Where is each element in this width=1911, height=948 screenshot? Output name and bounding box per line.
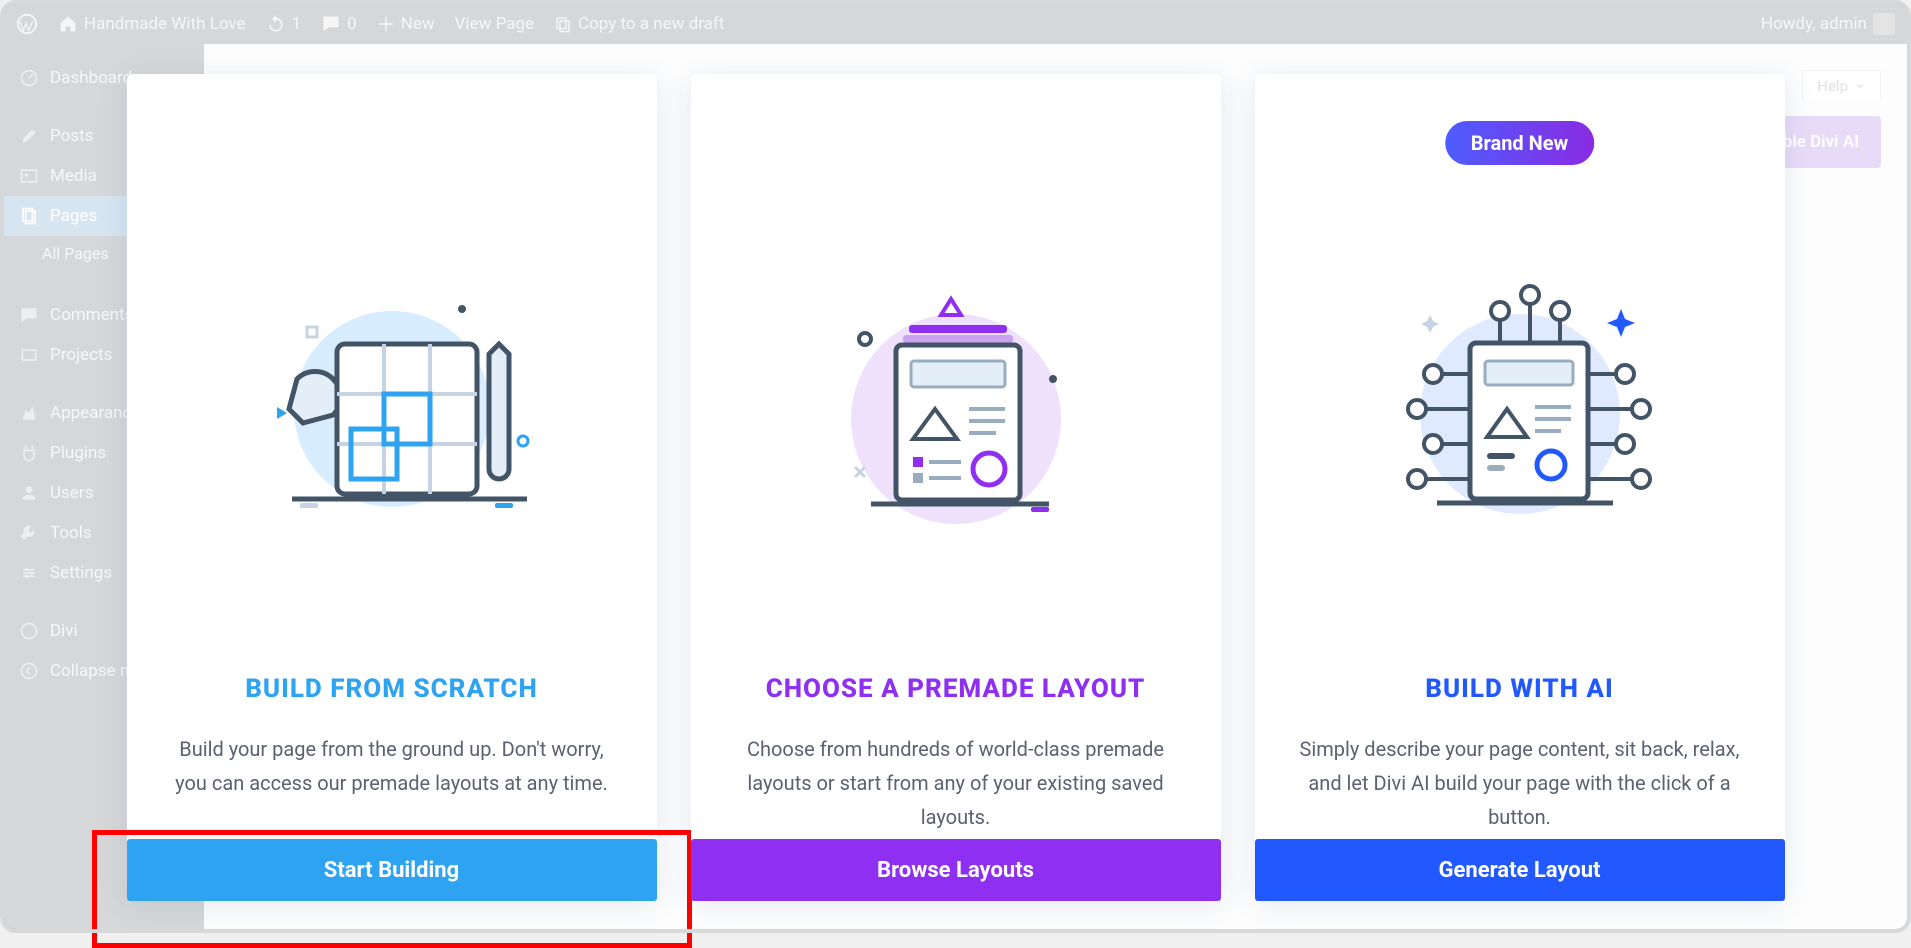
brand-new-badge: Brand New xyxy=(1445,121,1595,165)
card-desc: Build your page from the ground up. Don'… xyxy=(171,732,613,800)
card-desc: Choose from hundreds of world-class prem… xyxy=(735,732,1177,834)
start-building-button[interactable]: Start Building xyxy=(127,839,657,901)
premade-illustration xyxy=(691,254,1221,554)
builder-choice-modal: BUILD FROM SCRATCH Build your page from … xyxy=(4,4,1907,929)
ai-illustration xyxy=(1255,254,1785,554)
card-desc: Simply describe your page content, sit b… xyxy=(1299,732,1741,834)
card-build-with-ai: Brand New xyxy=(1255,74,1785,901)
scratch-illustration xyxy=(127,254,657,554)
card-title: CHOOSE A PREMADE LAYOUT xyxy=(691,674,1221,704)
card-title: BUILD WITH AI xyxy=(1255,674,1785,704)
generate-layout-button[interactable]: Generate Layout xyxy=(1255,839,1785,901)
browse-layouts-button[interactable]: Browse Layouts xyxy=(691,839,1221,901)
card-premade-layout: CHOOSE A PREMADE LAYOUT Choose from hund… xyxy=(691,74,1221,901)
card-build-from-scratch: BUILD FROM SCRATCH Build your page from … xyxy=(127,74,657,901)
card-title: BUILD FROM SCRATCH xyxy=(127,674,657,704)
